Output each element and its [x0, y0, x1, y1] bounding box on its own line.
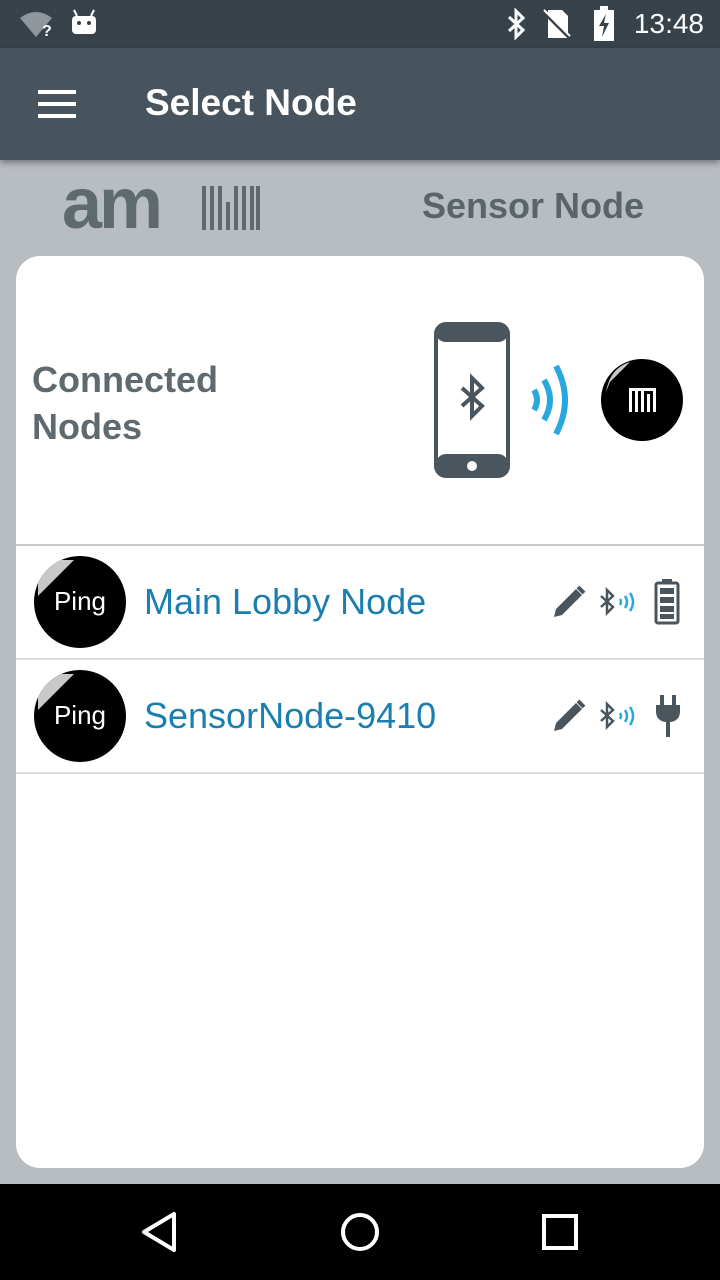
bluetooth-signal-icon [600, 587, 635, 617]
connected-header: Connected Nodes [16, 256, 704, 546]
recents-icon[interactable] [536, 1208, 584, 1256]
logo-text: am [62, 178, 160, 234]
nodes-card: Connected Nodes Ping Main Lobby Node Pin… [16, 256, 704, 1168]
status-bar: ? 13:48 [0, 0, 720, 48]
brand-subtitle: Sensor Node [422, 185, 645, 226]
edit-pencil-icon[interactable] [550, 583, 588, 621]
signal-waves-icon [531, 364, 568, 436]
hamburger-menu-icon[interactable] [22, 72, 90, 136]
nav-bar [0, 1184, 720, 1280]
connected-heading: Connected Nodes [32, 359, 219, 447]
node-row[interactable]: Ping Main Lobby Node [16, 545, 704, 660]
no-sim-icon [542, 9, 572, 40]
sensor-node-logo-icon [601, 359, 683, 441]
ping-button[interactable]: Ping [34, 670, 126, 762]
ping-label: Ping [53, 586, 107, 616]
power-plug-icon [656, 695, 680, 737]
node-name[interactable]: SensorNode-9410 [144, 695, 436, 737]
wifi-unknown-icon: ? [20, 12, 52, 38]
android-icon [72, 9, 96, 34]
ping-label: Ping [53, 700, 107, 730]
battery-icon [654, 579, 680, 625]
phone-bluetooth-icon [434, 322, 510, 478]
edit-pencil-icon[interactable] [550, 697, 588, 735]
status-time: 13:48 [633, 8, 704, 39]
page-title: Select Node [145, 82, 357, 123]
bluetooth-signal-icon [600, 701, 635, 731]
node-row[interactable]: Ping SensorNode-9410 [16, 659, 704, 774]
bluetooth-icon [507, 8, 526, 40]
battery-charging-icon [594, 6, 614, 41]
ams-logo: am [62, 178, 260, 234]
app-bar: Select Node [0, 48, 720, 160]
home-icon[interactable] [336, 1208, 384, 1256]
ping-button[interactable]: Ping [34, 556, 126, 648]
back-icon[interactable] [136, 1208, 184, 1256]
connection-illustration [434, 322, 683, 478]
node-name[interactable]: Main Lobby Node [144, 581, 426, 623]
svg-text:?: ? [42, 23, 52, 38]
